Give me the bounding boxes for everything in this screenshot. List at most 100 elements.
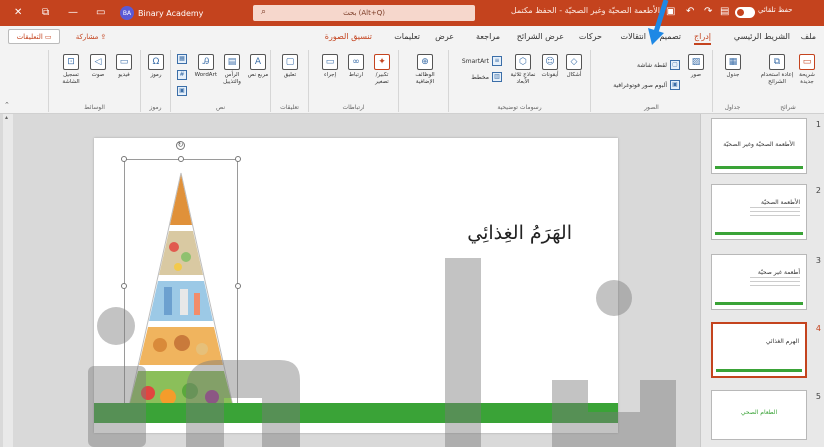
new-slide-icon: ▭ bbox=[799, 54, 815, 70]
3d-models-button[interactable]: ⬡ نماذج ثلاثية الأبعاد bbox=[509, 54, 537, 86]
share-icon: ⇪ bbox=[100, 32, 107, 41]
header-footer-icon: ▤ bbox=[224, 54, 240, 70]
thumbnail-title: الطعام الصحي bbox=[740, 409, 778, 416]
group-label-symbols: رموز bbox=[149, 104, 162, 111]
chart-label: مخطط bbox=[471, 73, 489, 81]
selection-frame bbox=[124, 159, 238, 413]
icons-button[interactable]: ☺ أيقونات bbox=[539, 54, 561, 79]
zoom-button[interactable]: ✦ تكبير/تصغير bbox=[371, 54, 393, 86]
resize-handle[interactable] bbox=[121, 283, 127, 289]
tab-transitions[interactable]: انتقالات bbox=[621, 32, 646, 41]
video-button[interactable]: ▭ فيديو bbox=[113, 54, 135, 79]
tab-home[interactable]: الشريط الرئيسي bbox=[734, 32, 790, 41]
group-text: A مربع نص ▤ الرأس والتذييل Ꭿ WordArt ▦ # ▣ … bbox=[170, 50, 270, 112]
search-box[interactable]: ⌕ (Alt+Q) بحث bbox=[253, 5, 475, 21]
resize-handle[interactable] bbox=[121, 156, 127, 162]
textbox-label: مربع نص bbox=[247, 72, 269, 78]
tab-view[interactable]: عرض bbox=[435, 32, 454, 41]
header-footer-button[interactable]: ▤ الرأس والتذييل bbox=[221, 54, 243, 86]
shapes-button[interactable]: ◇ أشكال bbox=[563, 54, 585, 79]
slide-number: 2 bbox=[815, 186, 821, 195]
group-tables: ▦ جدول جداول bbox=[712, 50, 752, 112]
screenshot-button[interactable]: ▢ لقطة شاشة bbox=[637, 60, 680, 70]
audio-icon: ◁ bbox=[90, 54, 106, 70]
slide-number-button[interactable]: # bbox=[177, 70, 187, 80]
restore-icon[interactable]: ⧉ bbox=[42, 7, 49, 19]
tab-insert[interactable]: إدراج bbox=[693, 32, 711, 45]
chart-button[interactable]: ▥ مخطط bbox=[471, 72, 502, 82]
smartart-label: SmartArt bbox=[461, 57, 489, 65]
date-time-button[interactable]: ▦ bbox=[177, 54, 187, 64]
reuse-slides-button[interactable]: ⧉ إعادة استخدام الشرائح bbox=[760, 54, 794, 86]
zoom-label: تكبير/تصغير bbox=[375, 72, 389, 85]
link-button[interactable]: ∞ ارتباط bbox=[345, 54, 367, 79]
resize-handle[interactable] bbox=[178, 156, 184, 162]
textbox-button[interactable]: A مربع نص bbox=[247, 54, 269, 79]
table-icon: ▦ bbox=[725, 54, 741, 70]
account-button[interactable]: BA Binary Academy bbox=[120, 6, 203, 20]
new-slide-button[interactable]: ▭ شريحة جديدة bbox=[796, 54, 818, 86]
ribbon-insert: ▭ شريحة جديدة ⧉ إعادة استخدام الشرائح شرائ… bbox=[0, 48, 824, 114]
rotate-handle-icon[interactable]: ↻ bbox=[176, 141, 185, 150]
image-icon: ▨ bbox=[688, 54, 704, 70]
cube-icon: ⬡ bbox=[515, 54, 531, 70]
icons-icon: ☺ bbox=[542, 54, 558, 70]
group-label-comments: تعليقات bbox=[280, 104, 299, 111]
addins-label: الوظائف الإضافية bbox=[415, 72, 435, 85]
group-label-links: ارتباطات bbox=[342, 104, 365, 111]
object-button[interactable]: ▣ bbox=[177, 86, 187, 96]
vertical-scrollbar[interactable]: ▴ bbox=[3, 114, 13, 447]
collapse-ribbon-icon[interactable]: ⌃ bbox=[4, 101, 10, 109]
addins-button[interactable]: ⊕ الوظائف الإضافية bbox=[411, 54, 439, 86]
photo-album-button[interactable]: ▣ ألبوم صور فوتوغرافية bbox=[613, 80, 680, 90]
smartart-button[interactable]: ≡ SmartArt bbox=[462, 56, 502, 66]
search-text: (Alt+Q) بحث bbox=[343, 9, 385, 17]
table-button[interactable]: ▦ جدول bbox=[722, 54, 744, 79]
resize-handle[interactable] bbox=[235, 283, 241, 289]
tab-picture-format[interactable]: تنسيق الصورة bbox=[325, 32, 372, 41]
group-label-images: الصور bbox=[644, 104, 659, 111]
minimize-icon[interactable]: — bbox=[68, 7, 78, 19]
search-icon: ⌕ bbox=[261, 7, 267, 17]
undo-icon[interactable]: ↶ bbox=[686, 6, 694, 17]
redo-icon[interactable]: ↷ bbox=[704, 6, 712, 17]
document-title[interactable]: الأطعمة الصحيّة وغير الصحيّة - الحفظ مكت… bbox=[490, 6, 660, 15]
thumbnail-frame: الهرم الغذائي bbox=[711, 322, 807, 378]
link-label: ارتباط bbox=[348, 72, 364, 78]
omega-icon: Ω bbox=[148, 54, 164, 70]
thumbnail-bar bbox=[715, 302, 803, 305]
autosave-label: حفظ تلقائي bbox=[758, 6, 793, 14]
comment-button[interactable]: ▢ تعليق bbox=[279, 54, 301, 79]
symbols-button[interactable]: Ω رموز bbox=[145, 54, 167, 79]
scroll-up-icon[interactable]: ▴ bbox=[5, 114, 11, 121]
tab-file[interactable]: ملف bbox=[801, 32, 816, 41]
thumbnail-frame: الأطعمة الصحيّة bbox=[711, 184, 807, 240]
thumbnail-title: الأطعمة الصحيّة bbox=[761, 199, 800, 206]
action-button[interactable]: ▭ إجراء bbox=[319, 54, 341, 79]
ribbon-display-icon[interactable]: ▭ bbox=[96, 7, 105, 19]
food-pyramid-image[interactable]: ↻ bbox=[121, 141, 241, 416]
tab-help[interactable]: تعليمات bbox=[394, 32, 420, 41]
images-button[interactable]: ▨ صور bbox=[685, 54, 707, 79]
wordart-button[interactable]: Ꭿ WordArt bbox=[195, 54, 217, 79]
present-icon[interactable]: ▤ bbox=[720, 6, 729, 17]
slide-title[interactable]: الهَرَمُ الغِذائِي bbox=[412, 222, 572, 244]
tab-animations[interactable]: حركات bbox=[579, 32, 602, 41]
tab-review[interactable]: مراجعة bbox=[476, 32, 500, 41]
autosave-toggle[interactable] bbox=[735, 7, 755, 18]
tab-slideshow[interactable]: عرض الشرائح bbox=[517, 32, 564, 41]
smartart-icon: ≡ bbox=[492, 56, 502, 66]
close-icon[interactable]: ✕ bbox=[14, 7, 22, 19]
slide-canvas[interactable]: ↻ الهَرَمُ الغِذائِي bbox=[94, 138, 618, 433]
share-button[interactable]: ⇪ مشاركة bbox=[67, 29, 115, 44]
3d-models-label: نماذج ثلاثية الأبعاد bbox=[510, 72, 536, 85]
slide-green-bar bbox=[94, 403, 618, 423]
comments-button[interactable]: ▭ التعليقات bbox=[8, 29, 60, 44]
audio-button[interactable]: ◁ صوت bbox=[87, 54, 109, 79]
group-links: ✦ تكبير/تصغير ∞ ارتباط ▭ إجراء ارتباطات bbox=[308, 50, 398, 112]
resize-handle[interactable] bbox=[235, 156, 241, 162]
thumbnail-frame: الأطعمة الصحيّة وغير الصحيّة bbox=[711, 118, 807, 174]
powerpoint-window: ✕ ⧉ — ▭ BA Binary Academy ⌕ (Alt+Q) بحث … bbox=[0, 0, 824, 447]
wordart-icon: Ꭿ bbox=[198, 54, 214, 70]
screen-recording-button[interactable]: ⊡ تسجيل الشاشة bbox=[57, 54, 85, 86]
